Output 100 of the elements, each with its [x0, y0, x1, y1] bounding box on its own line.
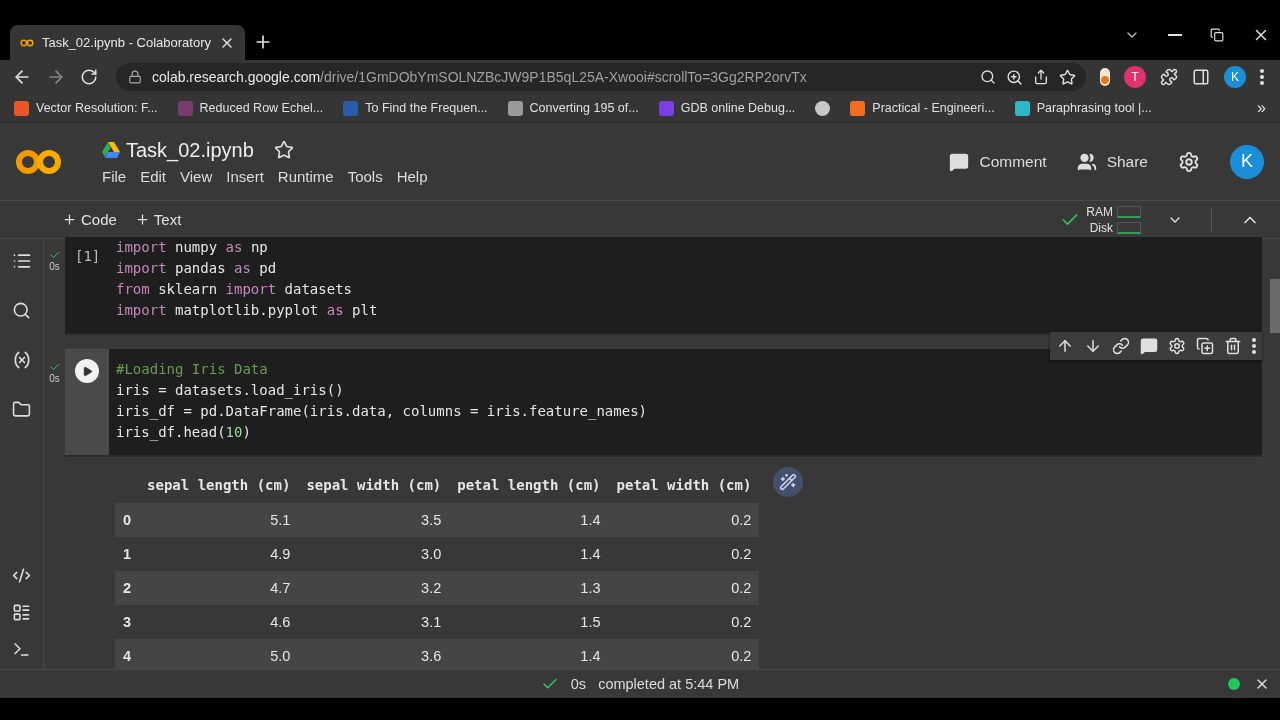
bookmark[interactable]: Practical - Engineeri...: [850, 100, 995, 116]
link-button[interactable]: [1112, 337, 1130, 355]
side-panel-button[interactable]: [1192, 68, 1210, 86]
column-header: sepal width (cm): [298, 467, 450, 503]
comment-button[interactable]: Comment: [949, 151, 1047, 172]
share-button[interactable]: Share: [1076, 151, 1148, 172]
code-cell[interactable]: [1] import numpy as np import pandas as pd from sklearn import datasets import matplotlib.pyplot as plt: [65, 237, 1262, 335]
table-cell: 3.0: [298, 537, 450, 571]
reload-button[interactable]: [80, 68, 98, 86]
table-cell: 0.2: [608, 605, 760, 639]
table-cell: 0.2: [608, 571, 760, 605]
bookmark[interactable]: Converting 195 of...: [507, 100, 639, 116]
status-time: 0s: [570, 676, 587, 692]
plus-icon: [134, 212, 150, 227]
command-palette-icon[interactable]: [12, 603, 31, 622]
move-up-button[interactable]: [1056, 337, 1074, 355]
table-cell: 0.2: [608, 503, 760, 537]
share-button[interactable]: [1033, 69, 1049, 85]
search-icon: [980, 69, 996, 85]
trash-icon: [1224, 337, 1242, 355]
arrow-down-icon: [1084, 337, 1102, 355]
puzzle-icon: [1160, 68, 1178, 86]
bookmark[interactable]: GDB online Debug...: [658, 100, 796, 116]
check-icon: [48, 249, 61, 261]
code-line: from sklearn import datasets: [116, 280, 353, 299]
more-button[interactable]: [1252, 338, 1256, 354]
extensions-button[interactable]: [1160, 68, 1178, 86]
table-cell: 0.2: [608, 639, 760, 673]
star-button[interactable]: [273, 140, 294, 160]
plus-icon: [62, 212, 77, 227]
delete-button[interactable]: [1224, 337, 1242, 355]
status-message: completed at 5:44 PM: [598, 676, 740, 692]
settings-icon: [1178, 150, 1200, 173]
add-cell-button[interactable]: Code: [62, 211, 117, 228]
row-index: 4: [115, 639, 140, 673]
table-cell: 4.6: [139, 605, 299, 639]
move-down-button[interactable]: [1084, 337, 1102, 355]
magic-wand-button[interactable]: [773, 467, 804, 497]
code-line: #Loading Iris Data: [116, 360, 269, 379]
check-icon: [48, 361, 61, 373]
search-icon[interactable]: [12, 301, 31, 320]
table-cell: 1.5: [449, 605, 609, 639]
table-of-contents-icon[interactable]: [11, 251, 32, 271]
bookmark-star-button[interactable]: [1059, 68, 1076, 86]
menu-item[interactable]: Help: [396, 167, 428, 185]
menu-item[interactable]: Runtime: [277, 167, 334, 185]
code-cell[interactable]: #Loading Iris Data iris = datasets.load_iris() iris_df = pd.DataFrame(iris.data, columns = iris.feature_names) iris_df.head(10): [65, 349, 1262, 457]
terminal-icon[interactable]: [12, 640, 31, 659]
address-bar[interactable]: colab.research.google.com/drive/1GmDObYmSOLNZBcJW9P1B5qL25A-Xwooi#scrollTo=3Gg2RP2orvTx: [116, 63, 1086, 91]
copy-icon: [1196, 337, 1214, 355]
tab-title: Task_02.ipynb - Colaboratory: [41, 35, 211, 50]
menu-item[interactable]: View: [180, 167, 213, 185]
colab-logo: [16, 147, 62, 176]
profile-button[interactable]: K: [1224, 66, 1246, 88]
toggle-icon[interactable]: [1100, 68, 1110, 86]
zoom-button[interactable]: [1006, 68, 1023, 86]
settings-button[interactable]: [1178, 150, 1200, 173]
menu-button[interactable]: [1260, 69, 1264, 85]
browser-tab[interactable]: Task_02.ipynb - Colaboratory: [10, 25, 245, 60]
settings-button[interactable]: [1168, 337, 1186, 355]
bookmark[interactable]: Reduced Row Echel...: [177, 100, 324, 116]
menu-item[interactable]: Insert: [226, 167, 264, 185]
table-cell: 3.6: [298, 639, 450, 673]
column-header: petal length (cm): [449, 467, 609, 503]
table-cell: 1.4: [449, 639, 609, 673]
row-index: 1: [115, 537, 140, 571]
scrollbar-thumb[interactable]: [1270, 279, 1280, 333]
profile-avatar[interactable]: K: [1230, 144, 1264, 179]
drive-icon: [102, 142, 120, 158]
notebook-title[interactable]: Task_02.ipynb: [126, 138, 254, 162]
comment-button[interactable]: [1140, 337, 1158, 355]
table-cell: 5.1: [139, 503, 299, 537]
add-cell-button[interactable]: Text: [134, 211, 182, 228]
bookmark[interactable]: Paraphrasing tool |...: [1014, 100, 1152, 116]
menu-item[interactable]: Edit: [140, 167, 167, 185]
folder-icon[interactable]: [12, 400, 31, 419]
table-cell: 4.7: [139, 571, 299, 605]
resources-indicator[interactable]: RAM Disk: [1060, 204, 1141, 235]
extension-button[interactable]: T: [1124, 66, 1146, 88]
table-cell: 3.2: [298, 571, 450, 605]
table-cell: 1.3: [449, 571, 609, 605]
more-bookmarks-button[interactable]: »: [1257, 99, 1266, 117]
search-button[interactable]: [980, 69, 996, 85]
bookmark[interactable]: Vector Resolution: F...: [14, 100, 158, 116]
minimize-icon: [1168, 34, 1182, 36]
bookmark[interactable]: To Find the Frequen...: [343, 100, 488, 116]
menu-item[interactable]: File: [102, 167, 127, 185]
more-icon: [1260, 69, 1264, 85]
bookmark-favicon[interactable]: [815, 100, 831, 116]
link-icon: [1112, 337, 1130, 355]
table-cell: 0.2: [608, 537, 760, 571]
menu-item[interactable]: Tools: [347, 167, 383, 185]
code-line: iris_df.head(10): [116, 423, 252, 443]
code-icon[interactable]: [12, 566, 31, 585]
mirror-cell-button[interactable]: [1196, 337, 1214, 355]
run-button[interactable]: [75, 359, 99, 383]
lock-icon: [128, 70, 142, 84]
reload-icon: [80, 68, 98, 86]
restore-button[interactable]: [1210, 28, 1224, 42]
colab-logo: [20, 37, 34, 48]
